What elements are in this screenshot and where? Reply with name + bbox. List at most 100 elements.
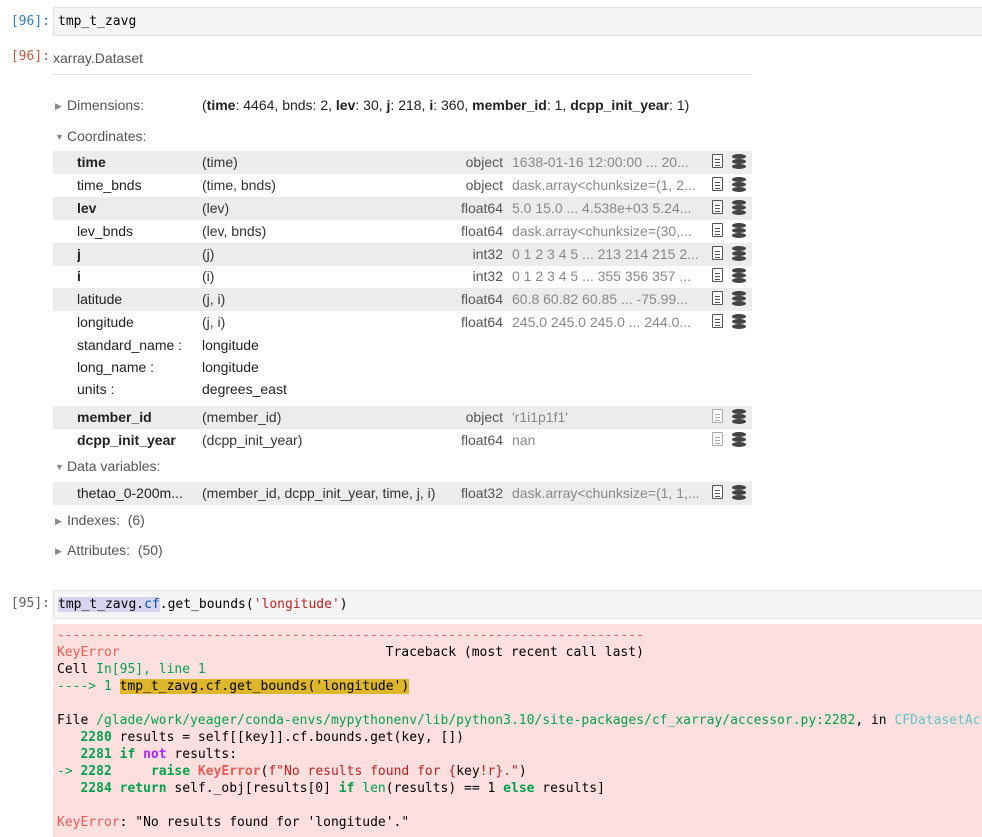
variable-dims: (lev, bnds) [202,223,267,239]
dim-sep: : [546,97,555,113]
tb-line-code: else [503,781,535,796]
show-data-icon[interactable] [732,268,746,283]
tb-final-line: KeyError: "No results found for 'longitu… [57,814,978,831]
code-token: get_bounds( [167,597,254,612]
show-data-icon[interactable] [732,223,746,238]
variable-preview: dask.array<chunksize=(1, 2... [512,177,696,193]
variable-dtype: int32 [472,268,503,284]
output-prompt-96: [96]: [10,49,50,64]
variable-row: time (time) object 1638-01-16 12:00:00 ... … [53,151,752,174]
code-cell-96[interactable]: tmp_t_zavg [53,7,982,36]
variable-dims: (member_id) [202,409,282,425]
show-data-icon[interactable] [732,200,746,215]
tb-line-num: 2284 [80,781,112,796]
variable-preview: dask.array<chunksize=(30,... [512,223,692,239]
variable-row: lev (lev) float64 5.0 15.0 ... 4.538e+03 5.… [53,197,752,220]
show-attributes-icon[interactable] [712,177,723,191]
collapsed-triangle-icon: ▶ [55,516,62,526]
expanded-triangle-icon: ▼ [55,462,64,472]
variable-dtype: int32 [472,246,503,262]
variable-name: i [77,268,81,284]
variable-row: thetao_0-200m... (member_id, dcpp_init_ye… [53,482,752,505]
tb-cell-ref: In[95], line 1 [96,662,206,677]
variable-row: time_bnds (time, bnds) object dask.array<ch… [53,174,752,197]
tb-code-line: -> 2282 raise KeyError(f"No results foun… [57,764,527,779]
show-data-icon[interactable] [732,246,746,261]
attribute-value: longitude [202,337,259,353]
attribute-row: standard_name : longitude [77,337,259,353]
section-indexes[interactable]: ▶ Indexes: (6) [55,512,145,528]
show-data-icon[interactable] [732,409,746,424]
variable-dims: (time, bnds) [202,177,276,193]
show-data-icon[interactable] [732,314,746,329]
show-data-icon[interactable] [732,177,746,192]
collapsed-triangle-icon: ▶ [55,546,62,556]
tb-header-line: KeyError Traceback (most recent call last… [57,644,978,661]
variable-row: lev_bnds (lev, bnds) float64 dask.array<chu… [53,220,752,243]
variable-dims: (j, i) [202,314,226,330]
attribute-row: units : degrees_east [77,381,287,397]
variable-preview: 0 1 2 3 4 5 ... 355 356 357 ... [512,268,692,284]
code-token: ) [339,597,348,612]
tb-cell-line: Cell In[95], line 1 [57,661,978,678]
section-label: Coordinates: [67,128,147,144]
variable-dims: (j) [202,246,215,262]
tb-error-name: KeyError [57,645,120,660]
variable-name: thetao_0-200m... [77,485,183,501]
show-attributes-icon[interactable] [712,268,723,282]
tb-line-code: len [362,781,386,796]
code-token: . [159,597,168,612]
show-attributes-icon[interactable] [712,223,723,237]
dim-size: 30 [363,97,379,113]
variable-name: member_id [77,409,152,425]
dim-size: 360 [441,97,465,113]
variable-dtype: float64 [460,432,503,448]
show-data-icon[interactable] [732,154,746,169]
variable-dims: (time) [202,154,238,170]
tb-line-num: 2281 [80,747,112,762]
variable-dtype: float64 [460,200,503,216]
dim-sep: : [433,97,441,113]
attribute-value: longitude [202,359,259,375]
variable-dtype: object [465,177,503,193]
xarray-header: xarray.Dataset [53,47,752,75]
section-attributes[interactable]: ▶ Attributes: (50) [55,542,163,558]
dim-name: lev [335,97,356,113]
show-attributes-icon[interactable] [712,154,723,168]
section-coordinates[interactable]: ▼ Coordinates: [55,128,146,144]
variable-dims: (member_id, dcpp_init_year, time, j, i) [202,485,436,501]
show-data-icon[interactable] [732,485,746,500]
dataset-type-label: xarray.Dataset [53,50,143,66]
tb-file-func: CFDatasetAccessor.get_bounds(self, key) [894,713,982,728]
tb-code-line: 2284 return self._obj[results[0] if len(… [80,781,605,796]
code-token: cf [144,597,160,612]
tb-line-code: if [338,781,355,796]
variable-row: i (i) int32 0 1 2 3 4 5 ... 355 356 357 ... [53,265,752,288]
show-attributes-icon[interactable] [712,409,723,423]
section-dimensions[interactable]: ▶ Dimensions: [55,97,144,113]
section-label: Attributes: [67,542,131,558]
show-attributes-icon[interactable] [712,246,723,260]
show-attributes-icon[interactable] [712,432,723,446]
tb-line-code: not [143,747,167,762]
section-label: Data variables: [67,458,161,474]
tb-line-code: raise [150,764,191,779]
variable-name: lev_bnds [77,223,134,239]
show-attributes-icon[interactable] [712,485,723,499]
show-data-icon[interactable] [732,291,746,306]
show-data-icon[interactable] [732,432,746,447]
tb-file-in: , in [855,713,895,728]
code-cell-95[interactable]: tmp_t_zavg.cf.get_bounds('longitude') [53,590,982,619]
variable-dtype: float64 [460,291,503,307]
tb-file-line: File /glade/work/yeager/conda-envs/mypyt… [57,712,982,729]
show-attributes-icon[interactable] [712,291,723,305]
tb-file-path[interactable]: /glade/work/yeager/conda-envs/mypythonen… [96,713,855,728]
code-text: tmp_t_zavg [58,14,137,29]
show-attributes-icon[interactable] [712,200,723,214]
tb-line-code: f"No results found for { [268,764,457,779]
section-data-variables[interactable]: ▼ Data variables: [55,458,160,474]
variable-name: time [77,154,106,170]
show-attributes-icon[interactable] [712,314,723,328]
variable-preview: 245.0 245.0 245.0 ... 244.0... [512,314,692,330]
variable-name: longitude [77,314,134,330]
